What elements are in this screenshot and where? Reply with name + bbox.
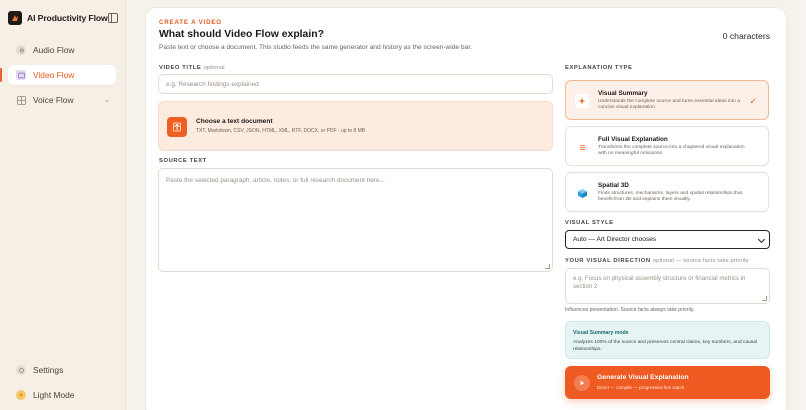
generate-subtitle: Direct — compile — progressive live watc… [597,385,685,390]
sidebar-item-audio-flow[interactable]: Audio Flow [8,40,116,60]
sparkle-icon [575,94,589,108]
visual-direction-label-text: YOUR VISUAL DIRECTION [565,258,651,264]
option-full-visual-explanation[interactable]: Full Visual Explanation Transforms the c… [565,126,769,166]
gear-icon [16,365,26,375]
upload-document-dropzone[interactable]: Choose a text document TXT, Markdown, CS… [158,101,553,151]
visual-direction-input[interactable]: e.g. Focus on physical assembly structur… [565,268,770,304]
create-video-card: CREATE A VIDEO What should Video Flow ex… [146,8,786,410]
option-description: Transforms the complete source into a ch… [598,145,745,157]
chevron-down-icon [757,235,766,244]
visual-direction-placeholder: e.g. Focus on physical assembly structur… [573,275,746,290]
chevron-down-icon: ⌄ [104,97,110,104]
option-title: Full Visual Explanation [598,136,668,143]
play-icon [574,375,590,391]
option-spatial-3d[interactable]: Spatial 3D Finds structures, mechanisms,… [565,172,769,212]
option-description: Understands the complete source and turn… [598,99,740,111]
active-indicator [0,68,2,82]
sidebar-item-label: Settings [33,365,64,375]
visual-style-value: Auto — Art Director chooses [573,236,657,243]
eyebrow: CREATE A VIDEO [159,19,222,26]
optional-tag: optional [203,65,225,71]
page-scrollbar[interactable] [800,0,806,410]
video-title-label: VIDEO TITLE optional [159,65,225,71]
upload-icon [167,117,187,137]
video-icon [16,70,26,80]
flow-logo-icon [8,11,22,25]
page-subtitle: Paste text or choose a document. This st… [159,44,472,51]
list-icon [575,140,589,154]
upload-formats: TXT, Markdown, CSV, JSON, HTML, XML, RTF… [196,128,366,134]
sidebar-item-light-mode[interactable]: Light Mode [8,385,116,405]
audio-wave-icon [16,45,26,55]
generate-title: Generate Visual Explanation [597,374,689,381]
app-name: AI Productivity Flow [27,13,108,23]
sidebar-item-label: Light Mode [33,390,75,400]
source-text-area[interactable]: Paste the selected paragraph, article, n… [158,168,553,272]
brand: AI Productivity Flow [8,10,118,26]
video-title-input[interactable]: e.g. Research findings explained [158,74,553,94]
sidebar-item-label: Voice Flow [33,95,74,105]
upload-title: Choose a text document [196,118,273,125]
option-title: Visual Summary [598,90,648,97]
sidebar-item-label: Video Flow [33,70,75,80]
cube-icon [575,186,589,200]
option-visual-summary[interactable]: Visual Summary Understands the complete … [565,80,769,120]
option-title: Spatial 3D [598,182,629,189]
visual-style-label: VISUAL STYLE [565,220,614,226]
visual-direction-label: YOUR VISUAL DIRECTION optional — source … [565,258,749,264]
sidebar-item-voice-flow[interactable]: Voice Flow ⌄ [8,90,116,110]
sidebar: AI Productivity Flow Audio Flow Video Fl… [0,0,126,410]
grid-icon [16,95,26,105]
mode-info-box: Visual Summary mode Analyzes 100% of the… [565,321,770,359]
optional-tag: optional — source facts take priority [652,258,749,264]
sidebar-item-label: Audio Flow [33,45,75,55]
video-title-placeholder: e.g. Research findings explained [166,80,259,88]
generate-button[interactable]: Generate Visual Explanation Direct — com… [565,366,770,399]
option-description: Finds structures, mechanisms, layers and… [598,191,743,203]
visual-direction-note: Influences presentation. Source facts al… [565,307,695,313]
character-count: 0 characters [722,31,770,41]
resize-handle-icon[interactable] [762,296,767,301]
sun-icon [16,390,26,400]
resize-handle-icon[interactable] [545,264,550,269]
source-text-placeholder: Paste the selected paragraph, article, n… [166,177,385,184]
page-title: What should Video Flow explain? [159,29,324,40]
explanation-type-label: EXPLANATION TYPE [565,65,633,71]
sidebar-item-video-flow[interactable]: Video Flow [8,65,116,85]
checkmark-icon: ✓ [749,96,757,106]
sidebar-item-settings[interactable]: Settings [8,360,116,380]
mode-description: Analyzes 100% of the source and preserve… [573,340,758,352]
sidebar-toggle-icon[interactable] [108,13,118,23]
visual-style-select[interactable]: Auto — Art Director chooses [565,230,770,249]
mode-title: Visual Summary mode [573,330,629,336]
source-text-label: SOURCE TEXT [159,158,207,164]
video-title-label-text: VIDEO TITLE [159,65,202,71]
